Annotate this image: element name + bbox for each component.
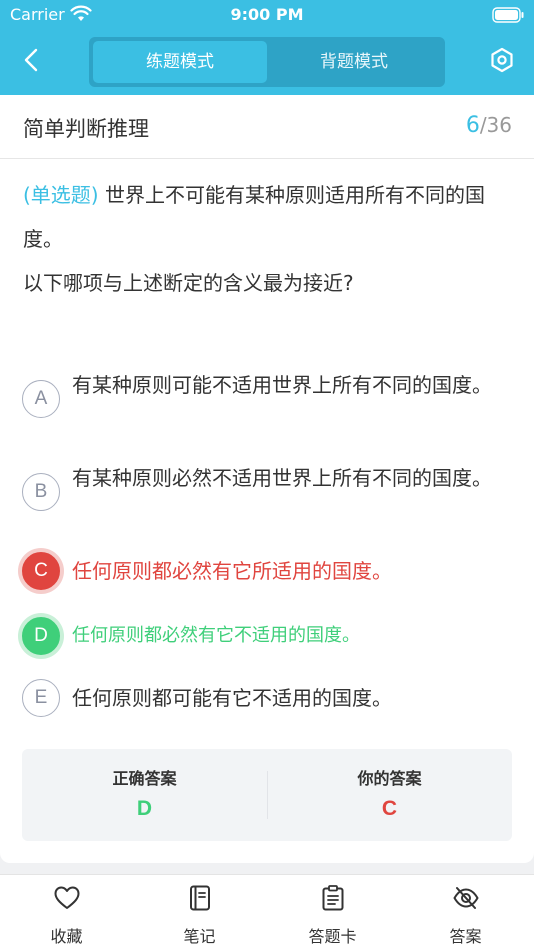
nav-bar: 练题模式 背题模式: [0, 30, 534, 92]
heart-icon: [54, 886, 80, 909]
progress-current: 6: [465, 113, 480, 138]
option-letter: B: [22, 473, 60, 511]
question-progress: 6/36: [466, 113, 512, 138]
settings-icon[interactable]: [488, 46, 516, 74]
toggle-answer-button[interactable]: 答案: [399, 875, 532, 950]
option-text: 有某种原则必然不适用世界上所有不同的国度。: [72, 466, 492, 490]
answer-summary: 正确答案 D 你的答案 C: [22, 749, 512, 841]
clock-time: 9:00 PM: [230, 5, 304, 24]
eye-off-icon: [453, 887, 479, 909]
battery-icon: [492, 7, 524, 23]
question-type: (单选题): [23, 183, 99, 207]
tab-practice-mode[interactable]: 练题模式: [93, 41, 267, 83]
option-text: 有某种原则可能不适用世界上所有不同的国度。: [72, 373, 492, 397]
my-answer-label: 你的答案: [357, 769, 422, 788]
status-bar: Carrier 9:00 PM: [0, 0, 534, 30]
question-line-2: 以下哪项与上述断定的含义最为接近?: [23, 271, 354, 295]
my-answer-col: 你的答案 C: [267, 749, 512, 841]
answer-sheet-label: 答题卡: [308, 927, 357, 946]
question-line-1: (单选题) 世界上不可能有某种原则适用所有不同的国度。: [23, 173, 513, 261]
option-text: 任何原则都可能有它不适用的国度。: [72, 686, 392, 710]
option-letter: A: [22, 380, 60, 418]
my-answer-value: C: [381, 797, 398, 820]
toggle-answer-label: 答案: [449, 927, 482, 946]
title-row: 简单判断推理 6/36: [0, 95, 534, 159]
mode-switch: 练题模式 背题模式: [89, 37, 445, 87]
progress-total: /36: [479, 113, 512, 137]
back-arrow-icon[interactable]: [18, 46, 46, 74]
header: Carrier 9:00 PM 练题模式 背题模式: [0, 0, 534, 95]
notes-label: 笔记: [183, 927, 216, 946]
clipboard-icon: [322, 885, 344, 911]
option-letter: C: [22, 552, 60, 590]
tab-recite-mode[interactable]: 背题模式: [267, 41, 441, 83]
favorite-label: 收藏: [50, 927, 83, 946]
section-title: 简单判断推理: [23, 117, 149, 141]
question-text: (单选题) 世界上不可能有某种原则适用所有不同的国度。 以下哪项与上述断定的含义…: [23, 173, 513, 305]
correct-answer-value: D: [136, 797, 153, 820]
notebook-icon: [190, 885, 210, 911]
correct-answer-label: 正确答案: [112, 769, 177, 788]
correct-answer-col: 正确答案 D: [22, 749, 267, 841]
option-letter: E: [22, 679, 60, 717]
option-letter: D: [22, 617, 60, 655]
favorite-button[interactable]: 收藏: [0, 875, 133, 950]
option-text: 任何原则都必然有它所适用的国度。: [72, 559, 392, 583]
question-card: 简单判断推理 6/36 (单选题) 世界上不可能有某种原则适用所有不同的国度。 …: [0, 95, 534, 863]
answer-sheet-button[interactable]: 答题卡: [266, 875, 399, 950]
option-text: 任何原则都必然有它不适用的国度。: [72, 625, 360, 646]
bottom-toolbar: 收藏 笔记 答题卡 答案: [0, 874, 534, 950]
notes-button[interactable]: 笔记: [133, 875, 266, 950]
